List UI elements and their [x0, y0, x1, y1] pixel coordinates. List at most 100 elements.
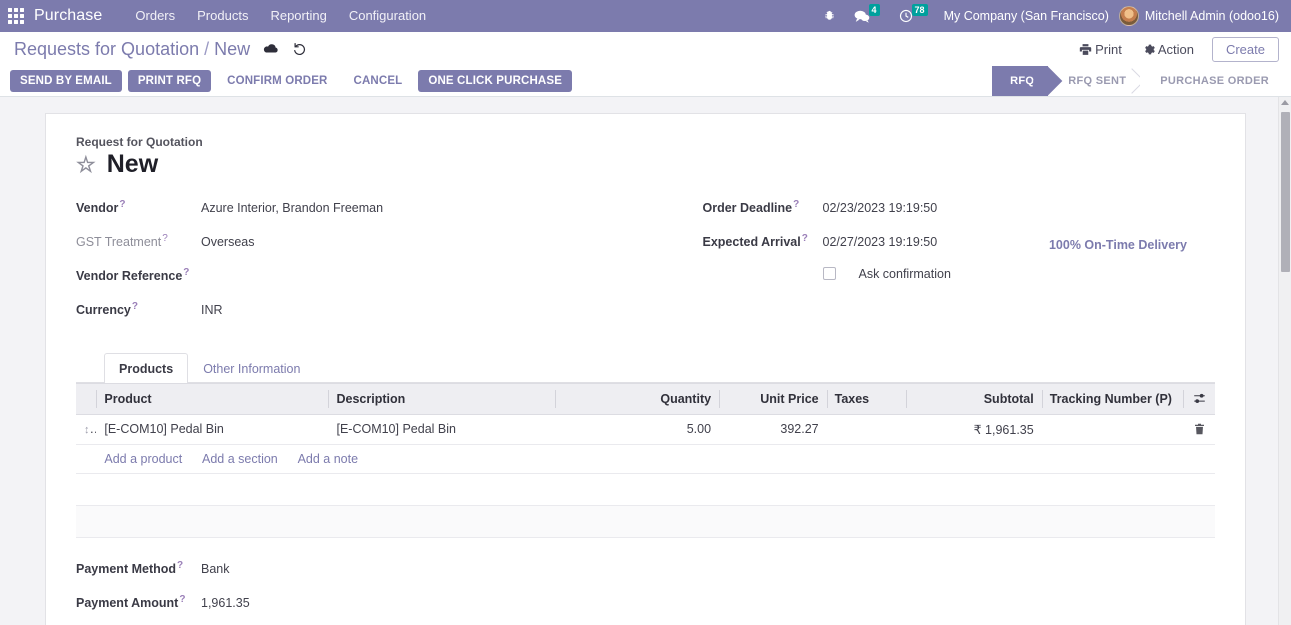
action-label: Action [1158, 42, 1194, 57]
table-row[interactable]: ↕ [E-COM10] Pedal Bin [E-COM10] Pedal Bi… [76, 414, 1215, 444]
cell-tracking-number[interactable] [1042, 414, 1184, 444]
add-a-product-link[interactable]: Add a product [104, 452, 182, 466]
breadcrumb-separator: / [204, 39, 209, 60]
help-icon[interactable]: ? [802, 233, 808, 244]
on-time-delivery-stat[interactable]: 100% On-Time Delivery [1049, 238, 1187, 252]
field-currency-value[interactable]: INR [201, 303, 223, 317]
messages-icon[interactable]: 4 [845, 9, 890, 24]
field-payment-amount-value[interactable]: 1,961.35 [201, 596, 250, 610]
help-icon[interactable]: ? [162, 233, 168, 244]
cancel-button[interactable]: CANCEL [344, 70, 413, 92]
field-gst-treatment-label: GST Treatment? [76, 233, 201, 249]
bug-icon[interactable] [814, 10, 845, 23]
trash-icon[interactable] [1191, 423, 1207, 435]
page-title: ☆ New [76, 151, 1215, 179]
clock-icon[interactable]: 78 [890, 9, 938, 23]
help-icon[interactable]: ? [132, 301, 138, 312]
table-filler-row-2 [76, 506, 1215, 538]
row-drag-handle[interactable]: ↕ [76, 414, 96, 444]
ask-confirmation-checkbox[interactable] [823, 267, 836, 280]
add-a-note-link[interactable]: Add a note [298, 452, 358, 466]
tab-products[interactable]: Products [104, 353, 188, 383]
status-step-rfq[interactable]: RFQ [992, 66, 1048, 96]
payment-block: Payment Method? Bank Payment Amount? 1,9… [76, 560, 1215, 625]
company-switcher[interactable]: My Company (San Francisco) [938, 9, 1119, 23]
breadcrumb: Requests for Quotation / New [14, 39, 307, 60]
cell-product[interactable]: [E-COM10] Pedal Bin [96, 414, 328, 444]
breadcrumb-root[interactable]: Requests for Quotation [14, 39, 199, 60]
help-icon[interactable]: ? [793, 199, 799, 210]
drag-handle-icon[interactable]: ↕ [84, 422, 96, 436]
create-button[interactable]: Create [1212, 37, 1279, 62]
field-payment-amount: Payment Amount? 1,961.35 [76, 594, 1215, 611]
action-button[interactable]: Action [1132, 42, 1204, 57]
record-name: New [107, 151, 158, 179]
printer-icon [1079, 43, 1092, 56]
add-row: Add a product Add a section Add a note [76, 444, 1215, 473]
cell-subtotal: ₹ 1,961.35 [906, 414, 1042, 444]
form-columns: Vendor? Azure Interior, Brandon Freeman … [76, 199, 1215, 335]
field-payment-method: Payment Method? Bank [76, 560, 1215, 577]
field-gst-treatment-value[interactable]: Overseas [201, 235, 255, 249]
menu-products[interactable]: Products [186, 0, 259, 32]
scrollbar-thumb[interactable] [1281, 112, 1290, 272]
vertical-scrollbar[interactable] [1278, 97, 1291, 625]
help-icon[interactable]: ? [183, 267, 189, 278]
field-vendor-reference-label: Vendor Reference? [76, 267, 201, 283]
cell-taxes[interactable] [827, 414, 906, 444]
scroll-up-arrow-icon[interactable] [1281, 100, 1289, 105]
app-brand-purchase[interactable]: Purchase [34, 7, 102, 25]
send-by-email-button[interactable]: SEND BY EMAIL [10, 70, 122, 92]
menu-configuration[interactable]: Configuration [338, 0, 437, 32]
breadcrumb-current: New [214, 39, 250, 60]
delete-row-button[interactable] [1183, 414, 1215, 444]
control-panel-actions: Print Action Create [1069, 37, 1279, 62]
help-icon[interactable]: ? [177, 560, 183, 571]
cell-quantity[interactable]: 5.00 [555, 414, 719, 444]
add-links: Add a product Add a section Add a note [96, 444, 1215, 473]
ask-confirmation-label[interactable]: Ask confirmation [859, 267, 951, 281]
help-icon[interactable]: ? [179, 594, 185, 605]
col-unit-price[interactable]: Unit Price [719, 383, 827, 414]
undo-discard-icon[interactable] [293, 42, 307, 56]
field-vendor-value[interactable]: Azure Interior, Brandon Freeman [201, 201, 383, 215]
form-view-container: Request for Quotation ☆ New Vendor? Azur… [0, 97, 1291, 625]
cell-unit-price[interactable]: 392.27 [719, 414, 827, 444]
one-click-purchase-button[interactable]: ONE CLICK PURCHASE [418, 70, 572, 92]
field-expected-arrival-value[interactable]: 02/27/2023 19:19:50 [823, 235, 938, 249]
add-a-section-link[interactable]: Add a section [202, 452, 278, 466]
apps-grid-icon[interactable] [8, 8, 24, 24]
col-subtotal[interactable]: Subtotal [906, 383, 1042, 414]
field-payment-method-value[interactable]: Bank [201, 562, 230, 576]
print-rfq-button[interactable]: PRINT RFQ [128, 70, 211, 92]
print-button[interactable]: Print [1069, 42, 1132, 57]
menu-orders[interactable]: Orders [124, 0, 186, 32]
field-order-deadline-value[interactable]: 02/23/2023 19:19:50 [823, 201, 938, 215]
avatar[interactable] [1119, 6, 1139, 26]
tab-other-information[interactable]: Other Information [188, 353, 315, 383]
col-product[interactable]: Product [96, 383, 328, 414]
field-payment-method-label: Payment Method? [76, 560, 201, 576]
user-menu[interactable]: Mitchell Admin (odoo16) [1145, 9, 1281, 23]
field-vendor: Vendor? Azure Interior, Brandon Freeman [76, 199, 636, 216]
control-panel-bottom: SEND BY EMAIL PRINT RFQ CONFIRM ORDER CA… [0, 66, 1291, 96]
help-icon[interactable]: ? [119, 199, 125, 210]
col-quantity[interactable]: Quantity [555, 383, 719, 414]
col-description[interactable]: Description [328, 383, 554, 414]
menu-reporting[interactable]: Reporting [259, 0, 337, 32]
confirm-order-button[interactable]: CONFIRM ORDER [217, 70, 337, 92]
field-expected-arrival-label: Expected Arrival? [703, 233, 823, 249]
print-label: Print [1095, 42, 1122, 57]
col-tracking-number[interactable]: Tracking Number (P) [1042, 383, 1184, 414]
control-panel-top: Requests for Quotation / New [0, 32, 1291, 66]
star-outline-icon[interactable]: ☆ [76, 154, 96, 176]
cloud-save-icon[interactable] [263, 43, 279, 55]
status-step-purchase-order[interactable]: PURCHASE ORDER [1140, 66, 1283, 96]
cell-description[interactable]: [E-COM10] Pedal Bin [328, 414, 554, 444]
field-gst-treatment: GST Treatment? Overseas [76, 233, 636, 250]
gear-icon [1142, 43, 1155, 56]
sliders-icon[interactable] [1183, 383, 1215, 414]
col-taxes[interactable]: Taxes [827, 383, 906, 414]
field-payment-amount-label: Payment Amount? [76, 594, 201, 610]
field-currency: Currency? INR [76, 301, 636, 318]
